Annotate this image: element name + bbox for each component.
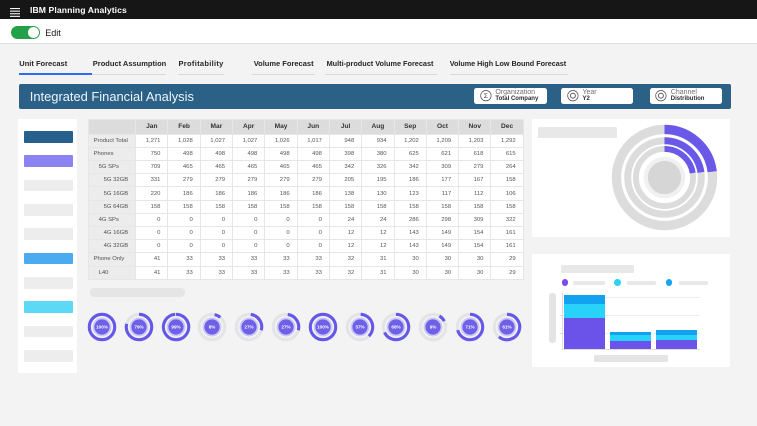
svg-text:61%: 61% [502, 325, 511, 330]
svg-text:100%: 100% [96, 325, 108, 330]
svg-text:79%: 79% [134, 325, 143, 330]
svg-text:68%: 68% [392, 325, 401, 330]
svg-text:27%: 27% [245, 325, 254, 330]
svg-text:Σ: Σ [484, 93, 488, 100]
svg-text:100%: 100% [317, 325, 329, 330]
svg-text:8%: 8% [209, 325, 216, 330]
svg-text:99%: 99% [171, 325, 180, 330]
svg-text:27%: 27% [281, 325, 290, 330]
svg-text:37%: 37% [355, 325, 364, 330]
svg-text:71%: 71% [465, 325, 474, 330]
svg-text:9%: 9% [430, 325, 437, 330]
